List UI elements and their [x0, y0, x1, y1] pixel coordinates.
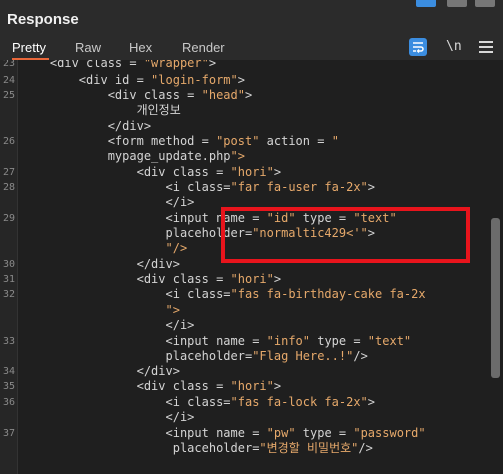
code-line: </i>: [21, 195, 195, 209]
tab-raw[interactable]: Raw: [75, 34, 101, 59]
layout-horizontal-icon[interactable]: [447, 0, 467, 7]
line-number: 28: [2, 182, 15, 193]
code-line: <i class="fas fa-birthday-cake fa-2x: [21, 287, 426, 301]
code-line: <i class="far fa-user fa-2x">: [21, 180, 376, 194]
panel-title: Response: [7, 11, 79, 28]
code-line: <div class = "hori">: [21, 272, 282, 286]
wrap-lines-icon[interactable]: [409, 38, 427, 56]
code-line: </div>: [21, 119, 152, 133]
line-number: 32: [2, 289, 15, 300]
line-number: 27: [2, 167, 15, 178]
code-line: </div>: [21, 364, 180, 378]
code-line: <div class = "wrapper">: [21, 60, 217, 70]
line-number: 34: [2, 366, 15, 377]
line-number: 26: [2, 136, 15, 147]
code-line: "/>: [165, 241, 188, 255]
code-line: </i>: [21, 410, 195, 424]
code-line: placeholder="Flag Here..!"/>: [21, 349, 368, 363]
code-line: <input name = "info" type = "text": [21, 334, 412, 348]
code-line: </i>: [21, 318, 195, 332]
line-number: 36: [2, 397, 15, 408]
code-line: ">: [165, 303, 180, 317]
code-line: <div id = "login-form">: [21, 73, 245, 87]
code-line: <div class = "hori">: [21, 165, 282, 179]
line-number: 33: [2, 336, 15, 347]
tab-pretty[interactable]: Pretty: [12, 34, 49, 60]
code-line: <input name = "pw" type = "password": [21, 426, 426, 440]
line-number: 23: [2, 60, 15, 69]
code-line: <div class = "head">: [21, 88, 253, 102]
code-line: <input name = "id" type = "text": [21, 211, 397, 225]
code-line: <i class="fas fa-lock fa-2x">: [21, 395, 376, 409]
line-number: 25: [2, 90, 15, 101]
vertical-scrollbar[interactable]: [491, 218, 500, 378]
tab-render[interactable]: Render: [182, 34, 225, 59]
code-line: <form method = "post" action = ": [21, 134, 339, 148]
line-number: 29: [2, 213, 15, 224]
code-line: 개인정보: [21, 103, 181, 117]
tab-hex[interactable]: Hex: [129, 34, 152, 59]
code-line: <div class = "hori">: [21, 379, 282, 393]
menu-icon[interactable]: [479, 40, 493, 53]
line-number: 31: [2, 274, 15, 285]
code-editor[interactable]: 23 <div class = "wrapper"> 24 <div id = "…: [0, 60, 503, 474]
newline-toggle-button[interactable]: \n: [446, 39, 462, 54]
code-line: placeholder="normaltic429<'">: [21, 226, 376, 240]
code-line: mypage_update.php">: [21, 149, 245, 163]
view-tabs: Pretty Raw Hex Render: [0, 34, 503, 60]
line-number: 30: [2, 259, 15, 270]
layout-vertical-icon[interactable]: [475, 0, 495, 7]
window-controls: [413, 0, 503, 8]
line-number: 24: [2, 75, 15, 86]
line-number: 35: [2, 381, 15, 392]
layout-split-icon[interactable]: [416, 0, 436, 7]
code-line: placeholder="변경할 비밀번호"/>: [21, 441, 373, 455]
line-number: 37: [2, 428, 15, 439]
code-line: </div>: [21, 257, 180, 271]
